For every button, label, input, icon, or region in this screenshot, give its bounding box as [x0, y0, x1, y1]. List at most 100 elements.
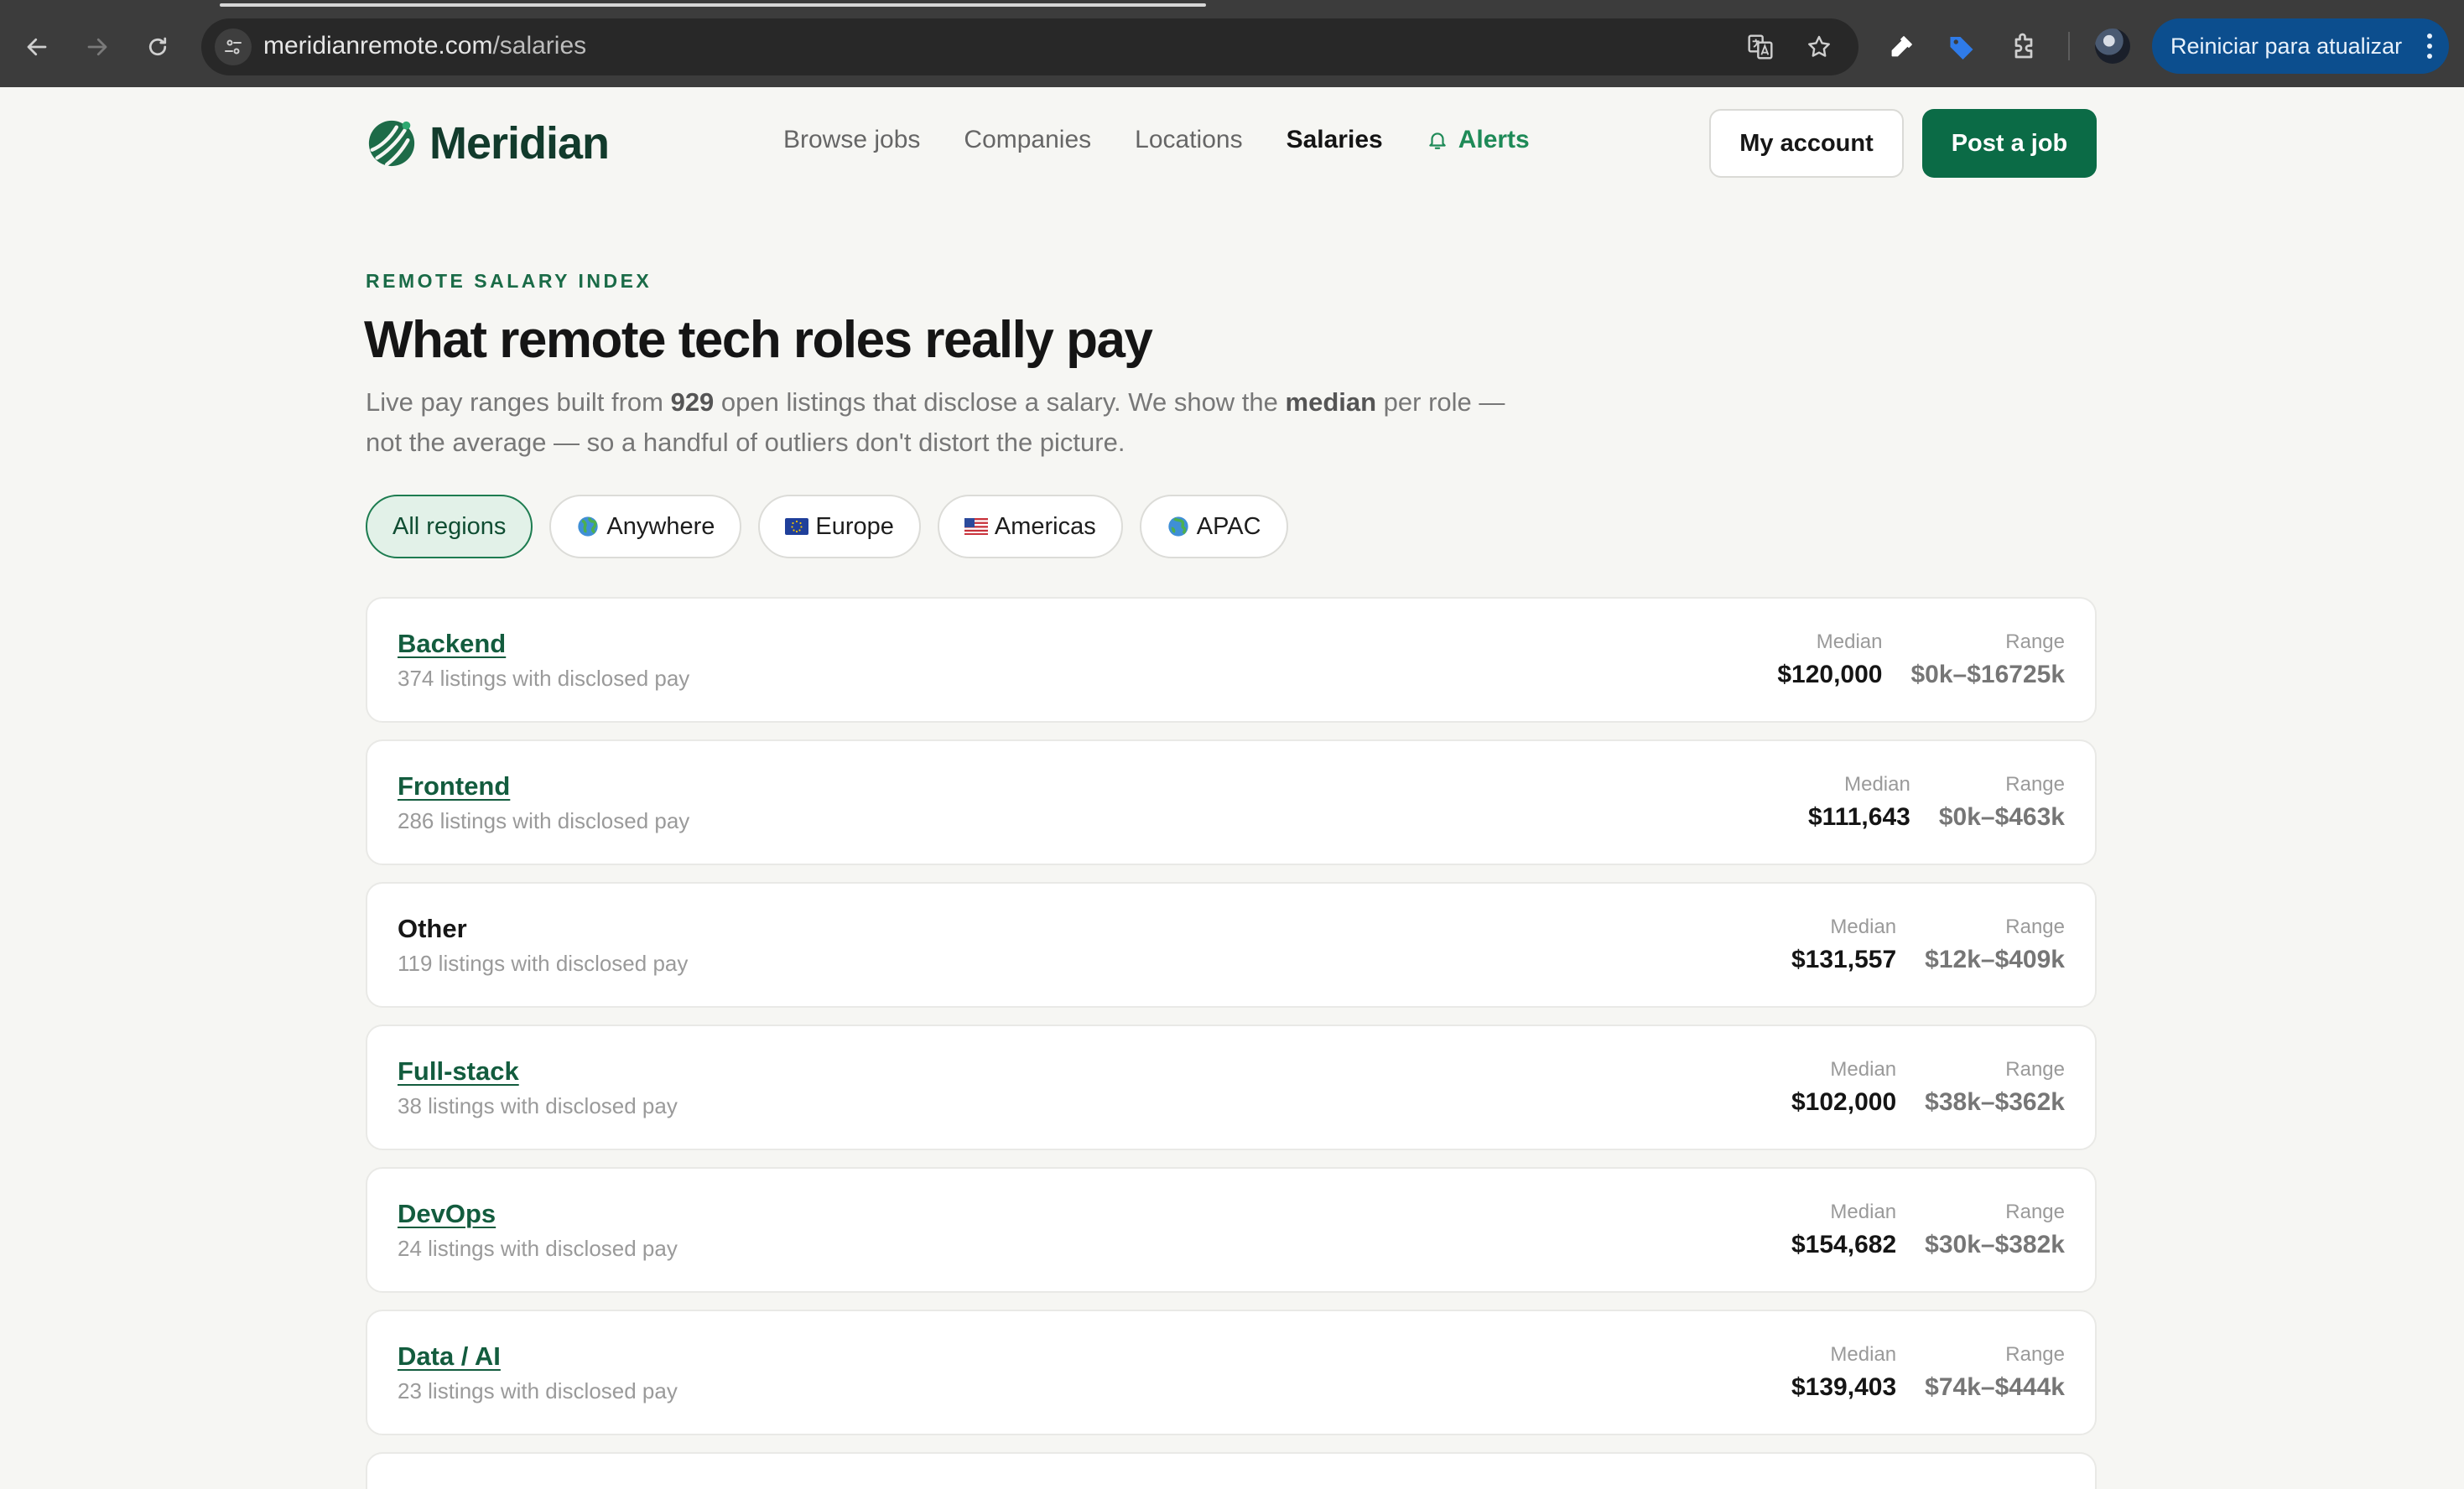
globe-icon: [576, 515, 600, 538]
meridian-logo-icon: [368, 120, 415, 167]
range-value: $30k–$382k: [1925, 1231, 2065, 1258]
role-card-full-stack[interactable]: Full-stack 38 listings with disclosed pa…: [366, 1025, 2097, 1150]
bell-icon: [1428, 132, 1446, 149]
back-button[interactable]: [15, 25, 59, 69]
more-vert-icon: [2427, 34, 2432, 59]
tag-extension[interactable]: [1944, 29, 1979, 65]
main-nav: Browse jobs Companies Locations Salaries…: [783, 126, 1573, 154]
median-label: Median: [1830, 1201, 1897, 1223]
nav-alerts-label: Alerts: [1458, 126, 1530, 153]
puzzle-icon: [2014, 33, 2033, 59]
browser-toolbar: meridianremote.com/salaries Reiniciar pa…: [0, 0, 2464, 87]
range-stat: Range $0k–$463k: [1939, 773, 2065, 832]
region-chip-all[interactable]: All regions: [366, 495, 533, 558]
role-stats: Median $102,000 Range $38k–$362k: [1763, 1058, 2065, 1117]
eyedropper-extension[interactable]: [1884, 29, 1919, 65]
site-header: Meridian Browse jobs Companies Locations…: [0, 87, 2464, 196]
translate-icon: [1748, 34, 1773, 60]
range-label: Range: [2005, 1201, 2065, 1223]
brand-name: Meridian: [429, 118, 610, 169]
nav-companies[interactable]: Companies: [964, 126, 1091, 154]
median-stat: Median $120,000: [1777, 630, 1882, 689]
role-card-frontend[interactable]: Frontend 286 listings with disclosed pay…: [366, 739, 2097, 865]
role-stats: Median $139,403 Range $74k–$444k: [1763, 1343, 2065, 1402]
range-value: $0k–$16725k: [1910, 661, 2065, 688]
region-chip-anywhere[interactable]: Anywhere: [549, 495, 742, 558]
median-stat: Median $102,000: [1791, 1058, 1896, 1117]
tag-icon: [1950, 37, 1973, 60]
role-name-link[interactable]: Backend: [398, 629, 506, 659]
median-value: $102,000: [1791, 1088, 1897, 1116]
lead-median-emphasis: median: [1285, 387, 1377, 417]
median-label: Median: [1816, 630, 1883, 653]
section-eyebrow: REMOTE SALARY INDEX: [366, 270, 652, 292]
region-chip-label: Europe: [815, 512, 894, 540]
role-stats: Median $120,000 Range $0k–$16725k: [1749, 630, 2065, 689]
profile-avatar[interactable]: [2095, 29, 2130, 64]
extensions-button[interactable]: [2006, 29, 2041, 65]
role-listing-count: 24 listings with disclosed pay: [398, 1236, 678, 1261]
median-value: $154,682: [1791, 1231, 1897, 1258]
translate-button[interactable]: [1746, 33, 1775, 61]
role-stats: Median $154,682 Range $30k–$382k: [1763, 1201, 2065, 1259]
lead-text-2: open listings that disclose a salary. We…: [714, 387, 1286, 417]
role-card-next-partial: [366, 1452, 2097, 1489]
toolbar-divider: [2068, 32, 2070, 60]
page-title: What remote tech roles really pay: [364, 311, 1153, 369]
range-stat: Range $38k–$362k: [1925, 1058, 2065, 1117]
median-stat: Median $111,643: [1808, 773, 1910, 832]
median-stat: Median $139,403: [1791, 1343, 1896, 1402]
range-stat: Range $30k–$382k: [1925, 1201, 2065, 1259]
bookmark-button[interactable]: [1805, 33, 1833, 61]
role-card-data-ai[interactable]: Data / AI 23 listings with disclosed pay…: [366, 1310, 2097, 1435]
median-label: Median: [1830, 916, 1897, 938]
role-listing-count: 23 listings with disclosed pay: [398, 1378, 678, 1403]
nav-locations[interactable]: Locations: [1135, 126, 1242, 154]
address-bar[interactable]: meridianremote.com/salaries: [201, 18, 1858, 75]
url-text[interactable]: meridianremote.com/salaries: [263, 32, 586, 60]
role-name-link[interactable]: Frontend: [398, 771, 510, 802]
median-value: $139,403: [1791, 1373, 1897, 1401]
lead-text-1: Live pay ranges built from: [366, 387, 671, 417]
role-name-link[interactable]: DevOps: [398, 1199, 496, 1229]
region-chip-americas[interactable]: Americas: [937, 495, 1123, 558]
nav-browse-jobs[interactable]: Browse jobs: [783, 126, 920, 154]
role-listing-count: 38 listings with disclosed pay: [398, 1093, 678, 1118]
arrow-right-icon: [87, 38, 107, 56]
role-card-backend[interactable]: Backend 374 listings with disclosed pay …: [366, 597, 2097, 723]
range-label: Range: [2005, 773, 2065, 796]
nav-alerts[interactable]: Alerts: [1427, 126, 1530, 154]
post-job-button[interactable]: Post a job: [1922, 109, 2097, 178]
region-chip-label: Anywhere: [606, 512, 715, 540]
median-label: Median: [1830, 1058, 1897, 1081]
url-host: meridianremote.com: [263, 32, 493, 60]
range-value: $74k–$444k: [1925, 1373, 2065, 1401]
my-account-button[interactable]: My account: [1709, 109, 1904, 178]
role-card-devops[interactable]: DevOps 24 listings with disclosed pay Me…: [366, 1167, 2097, 1293]
reload-icon: [148, 37, 167, 56]
site-info-button[interactable]: [215, 29, 252, 65]
range-stat: Range $74k–$444k: [1925, 1343, 2065, 1402]
forward-button[interactable]: [75, 25, 119, 69]
region-chip-apac[interactable]: APAC: [1139, 495, 1288, 558]
region-chip-label: APAC: [1196, 512, 1261, 540]
role-name-link[interactable]: Full-stack: [398, 1056, 519, 1087]
page-lead: Live pay ranges built from 929 open list…: [366, 382, 1523, 463]
us-flag-icon: [964, 518, 988, 535]
region-chip-europe[interactable]: Europe: [758, 495, 921, 558]
median-stat: Median $131,557: [1791, 916, 1896, 974]
restart-to-update-label: Reiniciar para atualizar: [2170, 33, 2403, 59]
brand-logo[interactable]: Meridian: [366, 117, 610, 169]
tune-icon: [225, 39, 242, 54]
role-name: Other: [398, 914, 467, 943]
reload-button[interactable]: [136, 25, 179, 69]
restart-to-update-button[interactable]: Reiniciar para atualizar: [2152, 18, 2449, 74]
role-name-link[interactable]: Data / AI: [398, 1341, 501, 1372]
median-value: $131,557: [1791, 946, 1897, 973]
url-path: /salaries: [492, 32, 587, 60]
nav-salaries[interactable]: Salaries: [1287, 126, 1383, 154]
role-listing-count: 119 listings with disclosed pay: [398, 951, 689, 976]
range-label: Range: [2005, 630, 2065, 653]
page-load-progress: [220, 3, 1206, 7]
median-label: Median: [1830, 1343, 1897, 1366]
